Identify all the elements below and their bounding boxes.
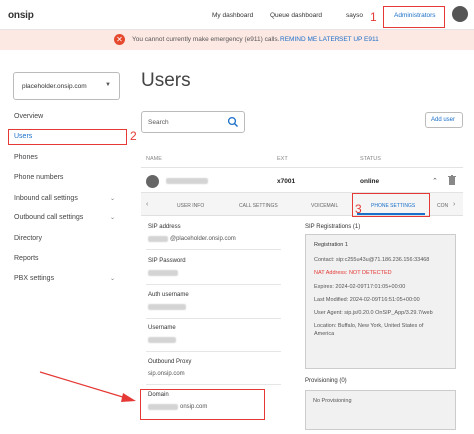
registration-user-agent: User Agent: sip.js/0.20.0 OnSIP_App/3.29… (314, 310, 433, 316)
registration-card: Registration 1 Contact: sip:c255u43u@71.… (305, 234, 456, 369)
registration-heading: Registration 1 (314, 242, 348, 248)
registration-location-2: America (314, 331, 335, 337)
registration-location: Location: Buffalo, New York, United Stat… (314, 323, 424, 329)
registration-expires: Expires: 2024-02-09T17:01:05+00:00 (314, 284, 406, 290)
provisioning-title: Provisioning (0) (305, 378, 347, 384)
provisioning-empty: No Provisioning (313, 398, 352, 404)
sip-registrations-title: SIP Registrations (1) (305, 224, 361, 230)
provisioning-card: No Provisioning (305, 390, 456, 430)
registration-last-modified: Last Modified: 2024-02-09T16:51:05+00:00 (314, 297, 420, 303)
registration-nat: NAT Address: NOT DETECTED (314, 270, 392, 276)
registration-contact: Contact: sip:c255u43u@71.186.236.156:334… (314, 257, 430, 263)
